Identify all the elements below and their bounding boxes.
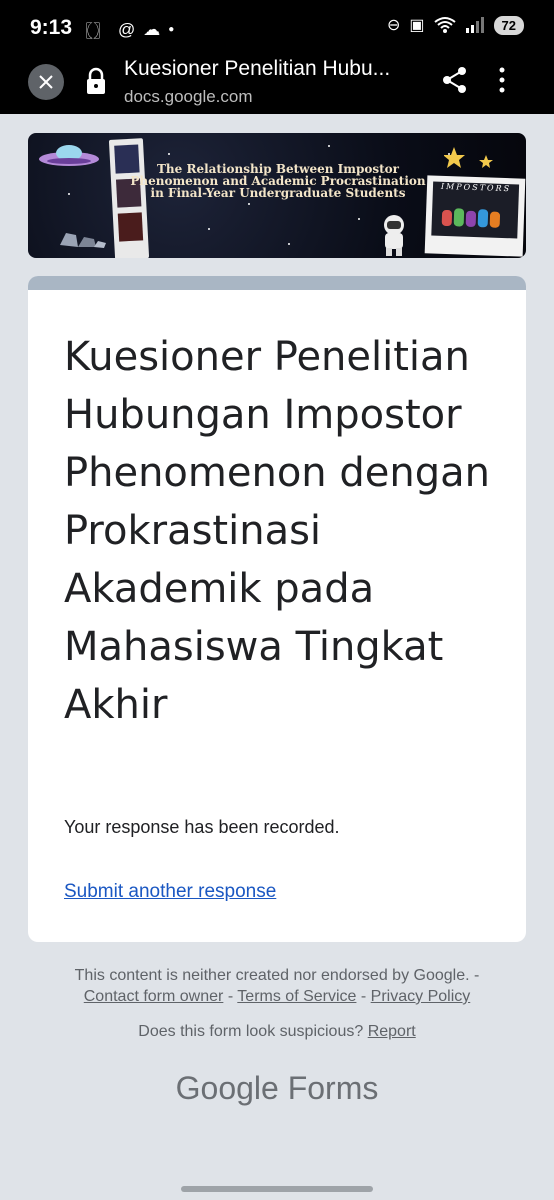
status-left-icons: 〖〗 @ ☁ ● [76,17,174,42]
separator: - [360,988,367,1005]
status-time: 9:13 [30,16,73,39]
separator: - [227,988,234,1005]
close-tab-button[interactable] [28,64,64,100]
home-indicator[interactable] [181,1186,373,1192]
forms-wordmark: Forms [287,1070,379,1106]
more-options-icon[interactable] [498,66,506,94]
nfc-icon: ▣ [409,17,425,34]
signal-icon [465,17,484,33]
page-title[interactable]: Kuesioner Penelitian Hubu... [124,57,424,81]
polaroid-image: IMPOSTORS [424,175,526,257]
banner-title: The Relationship Between Impostor Phenom… [130,162,426,200]
astronaut-image [384,215,404,256]
suspicious-text: Does this form look suspicious? [138,1023,364,1040]
lock-icon[interactable] [84,66,108,96]
privacy-policy-link[interactable]: Privacy Policy [371,988,471,1005]
cloud-icon: ☁ [143,19,161,39]
at-icon: @ [118,19,136,39]
status-right-icons: ⊖ ▣ 72 [387,15,524,35]
form-title: Kuesioner Penelitian Hubungan Impostor P… [64,334,490,728]
google-forms-logo[interactable]: Google Forms [0,1070,554,1107]
close-icon [39,75,53,89]
dot-icon: ● [168,24,175,35]
submit-another-response-link[interactable]: Submit another response [64,881,276,903]
terms-of-service-link[interactable]: Terms of Service [237,988,356,1005]
card-accent-bar [28,276,526,290]
disclaimer-text: This content is neither created nor endo… [74,967,480,984]
rocks-image [60,233,106,248]
battery-indicator: 72 [493,15,524,35]
dnd-icon: ⊖ [387,17,401,34]
form-header-banner: The Relationship Between Impostor Phenom… [28,133,526,258]
vibrate-icon: 〖〗 [76,22,110,41]
ufo-icon [39,145,99,166]
suspicious-form-note: Does this form look suspicious? Report [0,1023,554,1041]
form-card: Kuesioner Penelitian Hubungan Impostor P… [28,276,526,942]
status-bar: 9:13 〖〗 @ ☁ ● ⊖ ▣ 72 [0,0,554,56]
footer-disclaimer: This content is neither created nor endo… [0,965,554,1007]
contact-form-owner-link[interactable]: Contact form owner [84,988,224,1005]
share-icon[interactable] [442,66,468,94]
star-icon [444,147,493,168]
browser-toolbar: Kuesioner Penelitian Hubu... docs.google… [0,56,554,114]
response-recorded-message: Your response has been recorded. [64,817,340,837]
page-domain[interactable]: docs.google.com [124,87,253,107]
crewmates-image [441,208,501,228]
google-wordmark: Google [175,1070,279,1106]
report-link[interactable]: Report [368,1023,416,1040]
wifi-icon [433,17,456,33]
